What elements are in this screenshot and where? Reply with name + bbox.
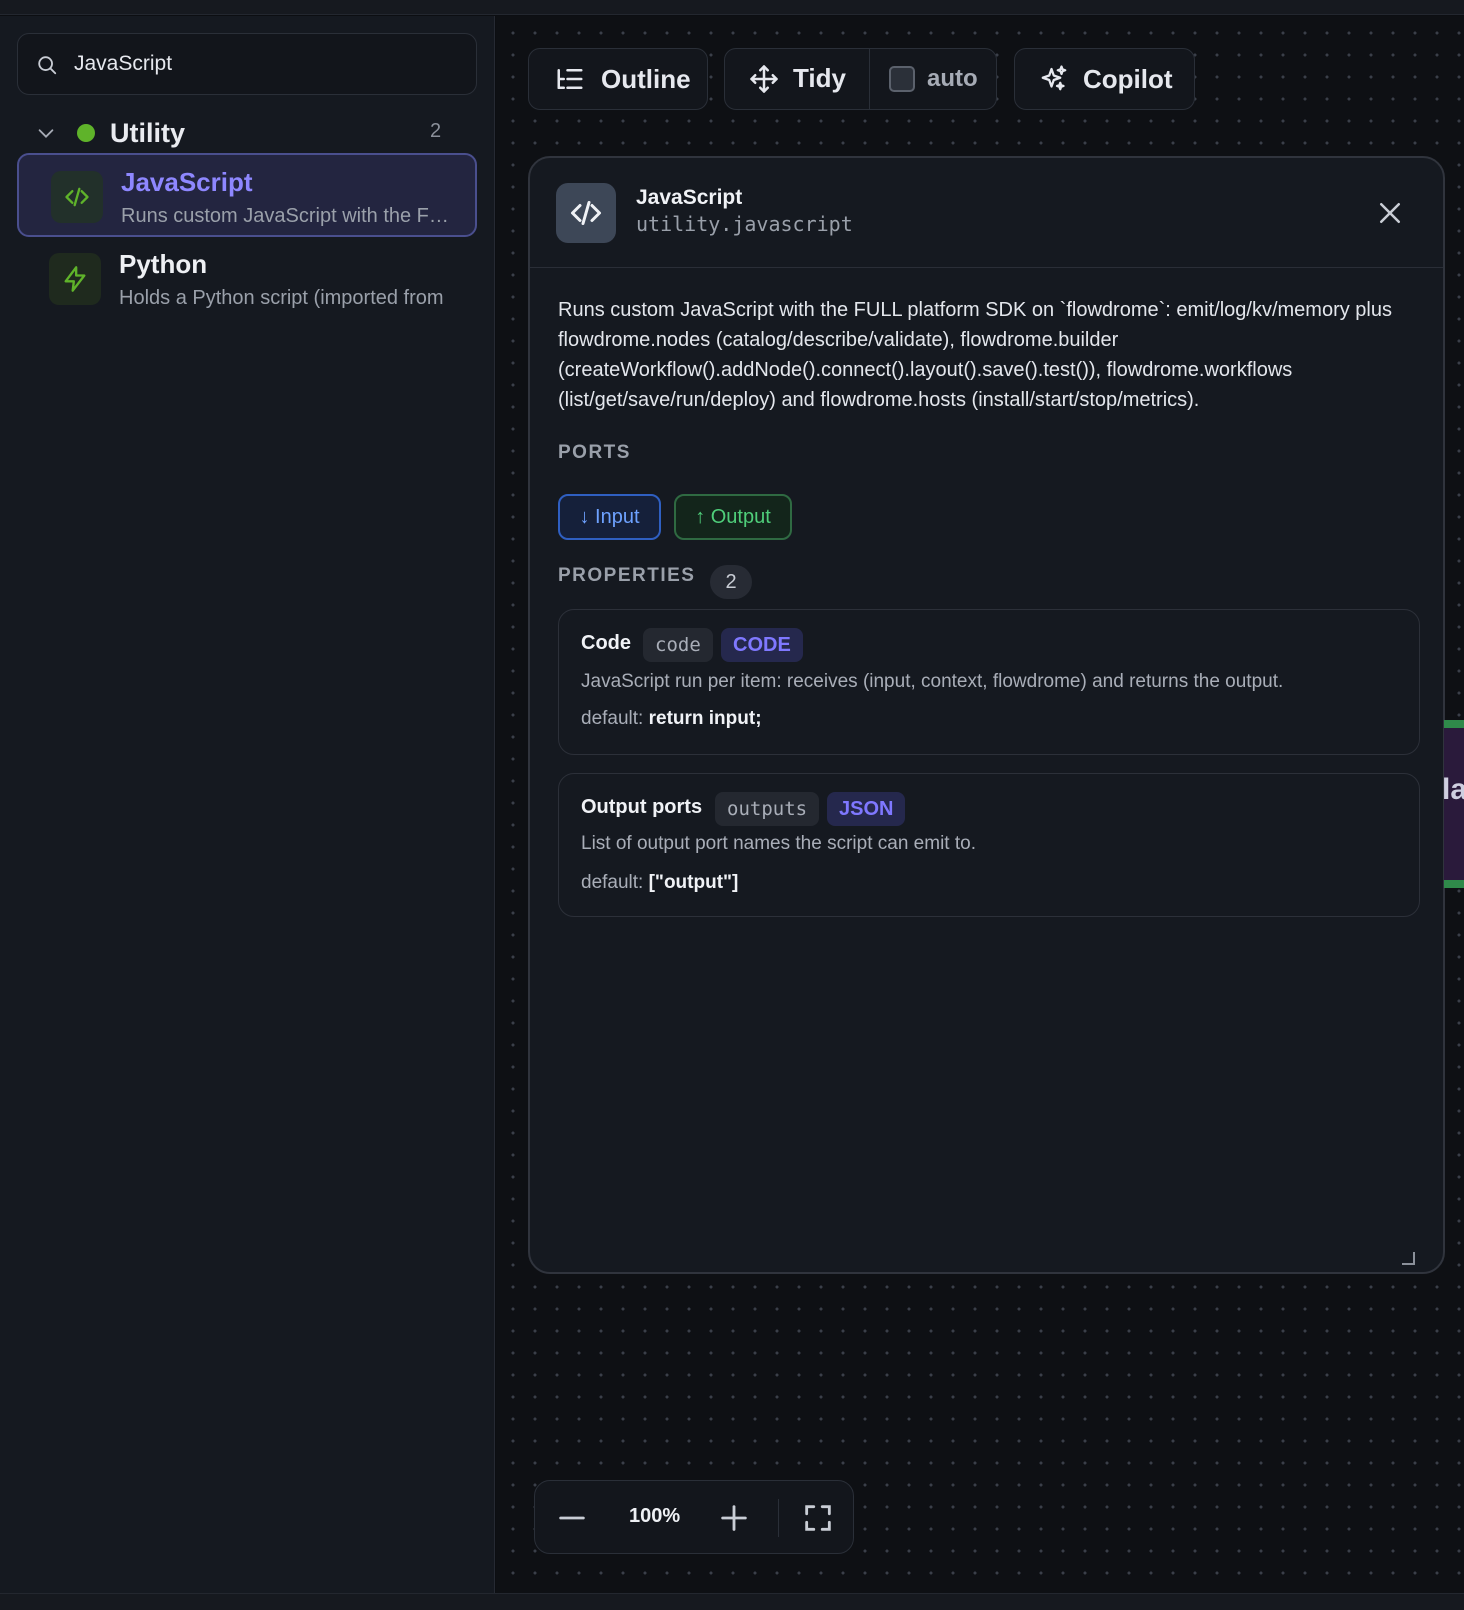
- property-kind-badge: JSON: [827, 792, 906, 826]
- property-name: Code: [581, 632, 631, 654]
- window-top-bar: [0, 0, 1464, 15]
- tidy-group: Tidy auto: [724, 48, 997, 110]
- property-name: Output ports: [581, 796, 703, 818]
- palette-item-title: JavaScript: [121, 167, 253, 197]
- ports-heading: PORTS: [558, 442, 631, 463]
- input-port-badge: ↓ Input: [558, 494, 661, 540]
- sparkles-icon: [1041, 65, 1067, 91]
- property-card-code: Code code CODE JavaScript run per item: …: [558, 609, 1420, 755]
- canvas-node-partial[interactable]: la: [1444, 720, 1464, 888]
- property-key: outputs: [715, 792, 820, 826]
- bolt-icon: [49, 253, 101, 305]
- window-bottom-bar: [0, 1593, 1464, 1610]
- category-status-dot: [77, 124, 95, 142]
- auto-label: auto: [927, 65, 978, 92]
- copilot-button[interactable]: Copilot: [1014, 48, 1195, 110]
- zoom-controls: 100%: [534, 1480, 854, 1554]
- copilot-label: Copilot: [1083, 63, 1173, 94]
- property-kind-badge: CODE: [721, 628, 803, 662]
- outline-icon: [557, 69, 583, 89]
- zoom-in-icon[interactable]: [717, 1501, 751, 1535]
- canvas-node-label: la: [1444, 773, 1464, 807]
- palette-item-python[interactable]: Python Holds a Python script (imported f…: [17, 237, 477, 321]
- property-default: default: ["output"]: [581, 872, 739, 893]
- property-description: List of output port names the script can…: [581, 833, 976, 854]
- tidy-button[interactable]: Tidy: [749, 63, 846, 94]
- node-palette-sidebar: Utility 2 JavaScript Runs custom JavaScr…: [0, 16, 495, 1593]
- property-key: code: [643, 628, 713, 662]
- category-label: Utility: [110, 118, 186, 148]
- outline-label: Outline: [601, 63, 691, 94]
- auto-checkbox[interactable]: [889, 66, 915, 92]
- resize-handle-icon[interactable]: [1400, 1250, 1416, 1266]
- code-icon: [556, 183, 616, 243]
- palette-item-title: Python: [119, 249, 208, 279]
- node-detail-panel: JavaScript utility.javascript Runs custo…: [528, 156, 1445, 1274]
- zoom-level: 100%: [629, 1505, 681, 1527]
- fit-view-icon[interactable]: [801, 1501, 835, 1535]
- auto-tidy-toggle[interactable]: auto: [889, 65, 978, 93]
- output-port-badge: ↑ Output: [674, 494, 792, 540]
- palette-item-desc: Holds a Python script (imported from: [119, 287, 444, 309]
- category-count: 2: [430, 120, 442, 142]
- palette-item-desc: Runs custom JavaScript with the FULL pla…: [121, 205, 461, 227]
- zoom-out-icon[interactable]: [555, 1501, 589, 1535]
- search-input[interactable]: [74, 48, 464, 80]
- properties-heading: PROPERTIES: [558, 565, 696, 586]
- property-card-outputs: Output ports outputs JSON List of output…: [558, 773, 1420, 917]
- code-icon: [51, 171, 103, 223]
- property-default: default: return input;: [581, 708, 762, 729]
- node-summary: Runs custom JavaScript with the FULL pla…: [558, 299, 1392, 411]
- toolbar-divider: [869, 49, 870, 109]
- palette-item-javascript[interactable]: JavaScript Runs custom JavaScript with t…: [17, 153, 477, 237]
- move-icon: [750, 64, 778, 93]
- properties-count-badge: 2: [710, 565, 752, 599]
- node-name: JavaScript: [636, 186, 743, 209]
- category-utility[interactable]: Utility 2: [17, 112, 477, 154]
- chevron-down-icon[interactable]: [35, 122, 57, 144]
- tidy-label: Tidy: [793, 63, 846, 93]
- search-box[interactable]: [17, 33, 477, 95]
- outline-button[interactable]: Outline: [528, 48, 708, 110]
- zoom-divider: [778, 1499, 779, 1537]
- search-icon: [38, 56, 57, 75]
- panel-header: JavaScript utility.javascript: [530, 158, 1443, 268]
- property-description: JavaScript run per item: receives (input…: [581, 671, 1284, 692]
- node-type-id: utility.javascript: [636, 212, 853, 236]
- close-icon[interactable]: [1375, 198, 1405, 228]
